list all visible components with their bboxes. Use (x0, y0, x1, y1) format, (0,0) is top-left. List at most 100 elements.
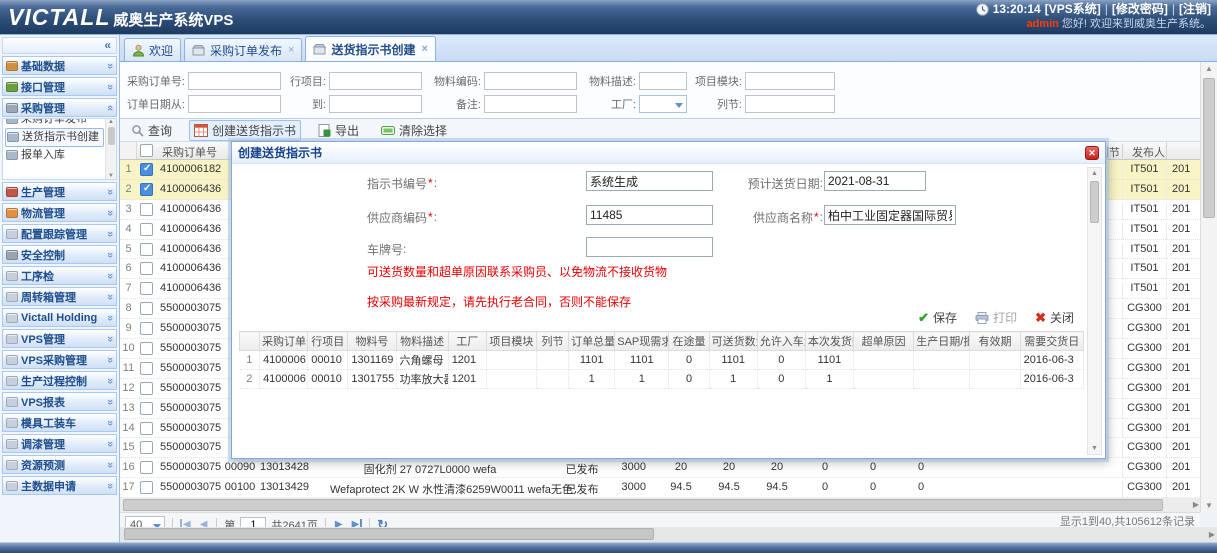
row-checkbox[interactable] (140, 342, 153, 355)
delivery-item-row[interactable]: 24100006000101301755功率放大器12011101012016-… (240, 370, 1084, 389)
scroll-down-icon[interactable]: ▼ (1091, 445, 1098, 452)
row-checkbox[interactable] (140, 422, 153, 435)
supplier-code-input[interactable] (586, 205, 713, 225)
column-header[interactable]: 需要交货日 (1020, 332, 1083, 351)
filter-input[interactable] (329, 95, 422, 113)
modal-vertical-scrollbar[interactable]: ▲ ▼ (1087, 167, 1102, 455)
toolbar-button-导出[interactable]: 导出 (313, 120, 364, 141)
modal-close-icon[interactable]: ✕ (1085, 146, 1099, 160)
sidebar-group-接口管理[interactable]: 接口管理» (2, 77, 117, 96)
tab-欢迎[interactable]: 欢迎 (124, 38, 181, 61)
filter-input[interactable] (639, 72, 687, 90)
scroll-up-icon[interactable]: ▲ (1205, 64, 1213, 73)
column-header[interactable]: 项目模块 (486, 332, 536, 351)
delivery-item-row[interactable]: 14100006000101301169六角螺母1201110111010110… (240, 351, 1084, 370)
link-vps-system[interactable]: [VPS系统] (1045, 2, 1101, 17)
column-header[interactable]: 物料号 (348, 332, 396, 351)
toolbar-button-创建送货指示书[interactable]: 创建送货指示书 (189, 120, 301, 141)
factory-select[interactable] (639, 95, 687, 113)
scroll-down-icon[interactable]: ▼ (1205, 501, 1213, 510)
column-header[interactable]: 订单总量 (569, 332, 615, 351)
row-checkbox[interactable] (140, 282, 153, 295)
column-header[interactable]: 有效期 (970, 332, 1020, 351)
toolbar-button-清除选择[interactable]: 清除选择 (376, 120, 452, 141)
column-header[interactable]: 采购订单号 (260, 332, 308, 351)
scrollbar-thumb[interactable] (1090, 181, 1099, 223)
row-checkbox[interactable] (140, 402, 153, 415)
row-checkbox[interactable] (140, 243, 153, 256)
scrollbar-thumb[interactable] (123, 499, 1163, 511)
page-vertical-scrollbar[interactable]: ▲ ▼ (1200, 62, 1217, 512)
scroll-right-icon[interactable]: ▶ (1209, 530, 1215, 539)
scrollbar-thumb[interactable] (108, 127, 115, 145)
sidebar-item-送货指示书创建[interactable]: 送货指示书创建 (5, 128, 104, 147)
column-header[interactable]: 允许入车量 (757, 332, 805, 351)
expected-date-input[interactable] (824, 171, 926, 191)
sidebar-group-模具工装车[interactable]: 模具工装车» (2, 413, 117, 432)
tab-送货指示书创建[interactable]: 送货指示书创建× (305, 36, 435, 61)
sidebar-group-VPS管理[interactable]: VPS管理» (2, 329, 117, 348)
sidebar-item-采购订单发布[interactable]: 采购订单发布 (5, 118, 104, 128)
column-header[interactable]: 可送货数量 (709, 332, 757, 351)
page-horizontal-scrollbar[interactable]: ▶ (120, 527, 1217, 542)
scroll-up-icon[interactable]: ▲ (1091, 170, 1098, 177)
保存-button[interactable]: ✔保存 (918, 309, 957, 326)
column-header[interactable]: 列节 (536, 332, 568, 351)
row-checkbox[interactable] (140, 183, 153, 196)
row-checkbox[interactable] (140, 163, 153, 176)
sidebar-group-采购管理[interactable]: 采购管理« (2, 98, 117, 117)
column-header[interactable]: 在途量 (669, 332, 709, 351)
column-header[interactable]: 工厂 (448, 332, 486, 351)
scroll-right-icon[interactable]: ▶ (1193, 500, 1199, 509)
column-header[interactable]: SAP现需求 (615, 332, 669, 351)
link-logout[interactable]: [注销] (1179, 2, 1211, 17)
row-checkbox[interactable] (140, 203, 153, 216)
sidebar-group-周转箱管理[interactable]: 周转箱管理» (2, 287, 117, 306)
order-column-header[interactable]: 采购订单号 (162, 144, 217, 160)
column-header[interactable]: 行项目 (308, 332, 348, 351)
sidebar-group-生产管理[interactable]: 生产管理» (2, 182, 117, 201)
column-header[interactable]: 超单原因 (854, 332, 914, 351)
scroll-down-icon[interactable]: ▼ (108, 173, 114, 179)
filter-input[interactable] (484, 72, 577, 90)
order-row-17[interactable]: 175500003075CG3002010010013013429Wefapro… (120, 478, 1200, 498)
row-checkbox[interactable] (140, 223, 153, 236)
filter-input[interactable] (484, 95, 577, 113)
column-header[interactable]: 生产日期/批号 (914, 332, 970, 351)
grid-horizontal-scrollbar[interactable]: ▶ (120, 498, 1200, 512)
sidebar-group-VPS采购管理[interactable]: VPS采购管理» (2, 350, 117, 369)
order-row-16[interactable]: 165500003075CG3002010009013013428固化剂 27 … (120, 458, 1200, 478)
column-header[interactable]: 本次发货数 (805, 332, 853, 351)
sidebar-group-调漆管理[interactable]: 调漆管理» (2, 434, 117, 453)
row-checkbox[interactable] (140, 441, 153, 454)
row-checkbox[interactable] (140, 362, 153, 375)
sidebar-item-报单入库[interactable]: 报单入库 (5, 147, 104, 164)
row-checkbox[interactable] (140, 481, 153, 494)
modal-title-bar[interactable]: 创建送货指示书 ✕ (232, 142, 1105, 164)
toolbar-button-查询[interactable]: 查询 (126, 120, 177, 141)
sidebar-group-工序检[interactable]: 工序检» (2, 266, 117, 285)
sidebar-group-VPS报表[interactable]: VPS报表» (2, 392, 117, 411)
filter-input[interactable] (329, 72, 422, 90)
sidebar-group-生产过程控制[interactable]: 生产过程控制» (2, 371, 117, 390)
instruction-no-input[interactable] (586, 171, 713, 191)
link-change-password[interactable]: [修改密码] (1112, 2, 1168, 17)
publisher-column-header[interactable]: 发布人 (1122, 144, 1165, 160)
row-checkbox[interactable] (140, 461, 153, 474)
row-checkbox[interactable] (140, 262, 153, 275)
sidebar-group-主数据申请[interactable]: 主数据申请» (2, 476, 117, 495)
sidebar-group-物流管理[interactable]: 物流管理» (2, 203, 117, 222)
row-checkbox[interactable] (140, 382, 153, 395)
tab-close-icon[interactable]: × (288, 44, 294, 56)
tab-close-icon[interactable]: × (421, 43, 427, 55)
scroll-up-icon[interactable]: ▲ (108, 119, 114, 125)
sidebar-group-基础数据[interactable]: 基础数据» (2, 56, 117, 75)
row-checkbox[interactable] (140, 302, 153, 315)
tab-采购订单发布[interactable]: 采购订单发布× (184, 38, 302, 61)
filter-input[interactable] (745, 72, 835, 90)
row-checkbox[interactable] (140, 322, 153, 335)
supplier-name-input[interactable] (824, 205, 956, 225)
select-all-checkbox[interactable] (140, 144, 153, 157)
关闭-button[interactable]: ✖关闭 (1035, 309, 1074, 326)
filter-input[interactable] (188, 95, 281, 113)
